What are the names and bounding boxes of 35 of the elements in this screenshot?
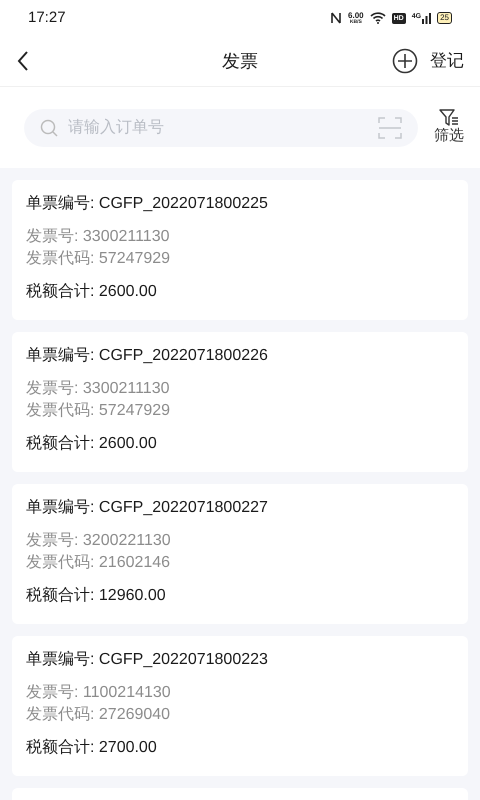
invoice-number: 单票编号: CGFP_2022071800226	[26, 346, 269, 366]
status-time: 17:27	[28, 8, 66, 28]
battery-icon: 25	[437, 12, 452, 24]
invoice-no: 发票号: 3200221130	[26, 531, 172, 551]
plus-icon	[392, 48, 418, 74]
invoice-code: 发票代码: 21602146	[26, 553, 172, 573]
search-icon	[40, 118, 58, 136]
invoice-code: 发票代码: 27269040	[26, 705, 172, 725]
tax-total: 税额合计: 12960.00	[26, 586, 167, 606]
wifi-icon	[370, 12, 386, 24]
back-icon[interactable]	[16, 50, 30, 72]
nfc-icon	[330, 11, 342, 25]
invoice-number: 单票编号: CGFP_2022071800227	[26, 498, 269, 518]
invoice-code: 发票代码: 57247929	[26, 401, 172, 421]
invoice-code: 发票代码: 57247929	[26, 249, 172, 269]
tax-total: 税额合计: 2600.00	[26, 434, 158, 454]
search-field[interactable]: 请输入订单号	[68, 116, 368, 140]
invoice-number: 单票编号: CGFP_2022071800225	[26, 194, 269, 214]
tax-total: 税额合计: 2700.00	[26, 738, 158, 758]
invoice-no: 发票号: 1100214130	[26, 683, 172, 703]
invoice-card[interactable]: 单票编号: CGFP_2022071800226 发票号: 3300211130 发票代码: 57247929 税额合计: 2600.00	[12, 332, 468, 472]
invoice-card[interactable]: 单票编号: CGFP_2022071800223 发票号: 1100214130 发票代码: 27269040 税额合计: 2700.00	[12, 636, 468, 776]
invoice-card[interactable]: 单票编号: CGFP_2022071800227 发票号: 3200221130 发票代码: 21602146 税额合计: 12960.00	[12, 484, 468, 624]
invoice-no: 发票号: 3300211130	[26, 227, 170, 247]
signal-icon	[422, 12, 432, 24]
invoice-number: 单票编号: CGFP_2022071800223	[26, 650, 269, 670]
network-speed: 6.00	[348, 12, 364, 20]
invoice-card[interactable]: 单票编号: CGFP_2022071800225 发票号: 3300211130 发票代码: 57247929 税额合计: 2600.00	[12, 180, 468, 320]
filter-button[interactable]: 筛选	[434, 109, 464, 146]
page-title: 发票	[222, 50, 258, 72]
invoice-no: 发票号: 3300211130	[26, 379, 170, 399]
search-bar[interactable]: 请输入订单号	[24, 108, 418, 146]
register-button[interactable]: 登记	[392, 48, 464, 74]
tax-total: 税额合计: 2600.00	[26, 282, 158, 302]
filter-icon	[439, 109, 459, 128]
